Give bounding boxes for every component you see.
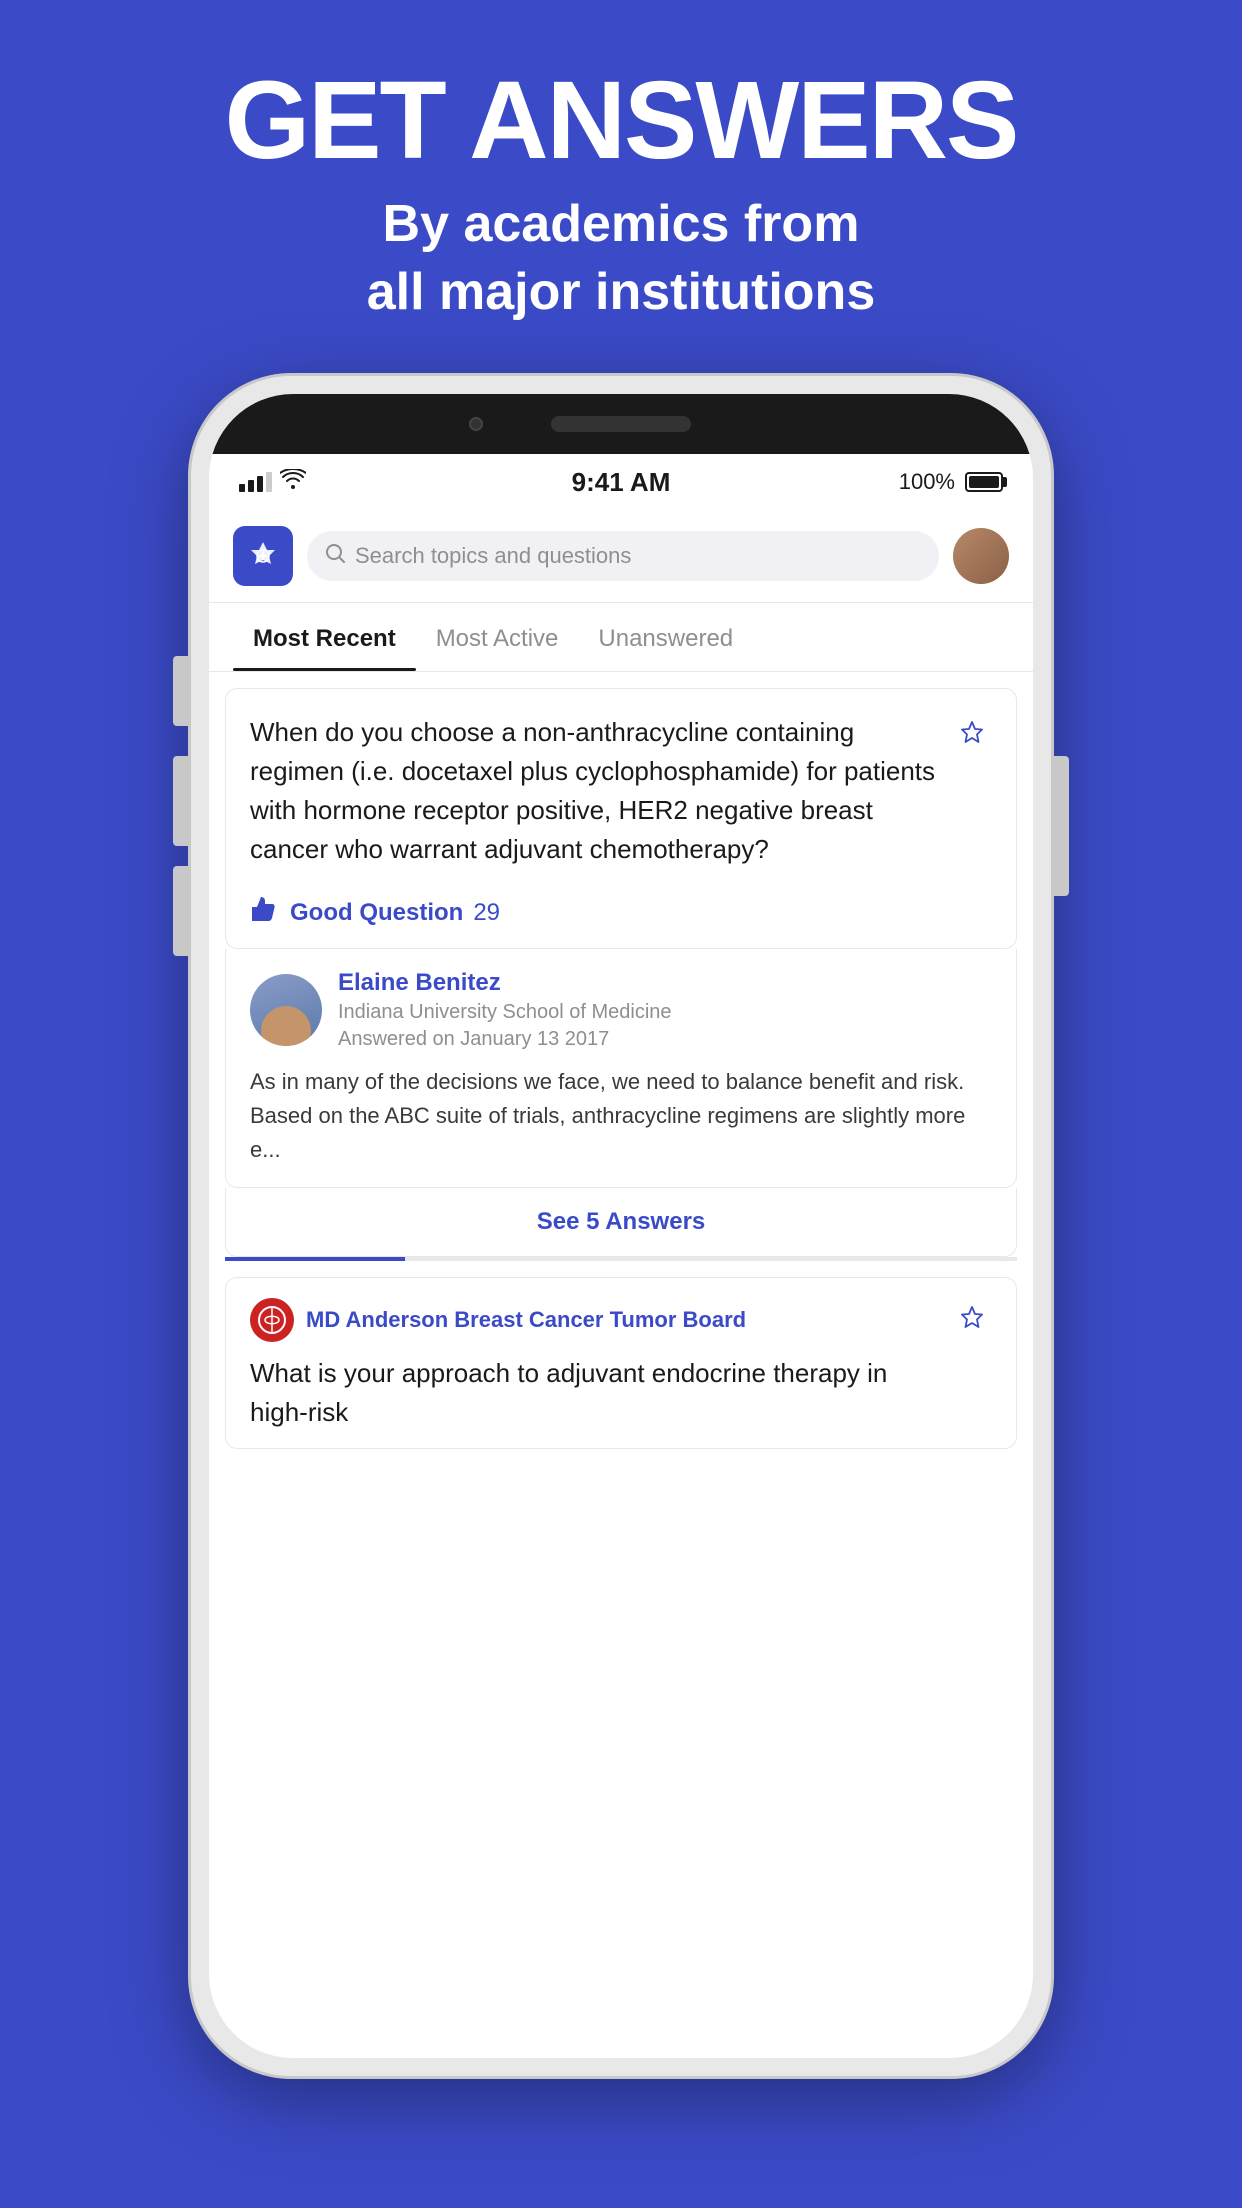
good-question-label: Good Question — [290, 899, 463, 927]
volume-down-button — [173, 866, 189, 956]
volume-up-button — [173, 756, 189, 846]
svg-text:✚: ✚ — [258, 551, 267, 563]
answer-text: As in many of the decisions we face, we … — [250, 1065, 992, 1167]
see-answers-button[interactable]: See 5 Answers — [225, 1188, 1017, 1257]
hero-header: GET ANSWERS By academics fromall major i… — [225, 0, 1018, 356]
see-answers-text: See 5 Answers — [537, 1208, 706, 1235]
org-row: MD Anderson Breast Cancer Tumor Board — [250, 1298, 940, 1354]
answer-date: Answered on January 13 2017 — [338, 1028, 992, 1051]
question-card-1: When do you choose a non-anthracycline c… — [225, 688, 1017, 949]
hero-headline: GET ANSWERS — [225, 60, 1018, 181]
progress-bar — [225, 1257, 1017, 1261]
phone-top-bezel — [209, 394, 1033, 454]
question-footer-1: Good Question 29 — [226, 885, 1016, 948]
phone-screen: 9:41 AM 100% — [209, 394, 1033, 2058]
answerer-avatar — [250, 974, 322, 1046]
wifi-icon — [280, 469, 306, 495]
signal-bar-1 — [239, 484, 245, 492]
user-avatar[interactable] — [953, 528, 1009, 584]
signal-bar-3 — [257, 476, 263, 492]
battery-icon — [965, 472, 1003, 492]
search-bar[interactable]: Search topics and questions — [307, 531, 939, 581]
answerer-name: Elaine Benitez — [338, 969, 992, 997]
tabs: Most Recent Most Active Unanswered — [209, 603, 1033, 672]
avatar-image — [953, 528, 1009, 584]
question-content-2: MD Anderson Breast Cancer Tumor Board Wh… — [250, 1298, 940, 1432]
good-question-count: 29 — [473, 899, 500, 927]
phone-body: 9:41 AM 100% — [191, 376, 1051, 2076]
app-logo: ✚ — [233, 526, 293, 586]
signal-bar-2 — [248, 480, 254, 492]
feed: When do you choose a non-anthracycline c… — [209, 672, 1033, 2058]
tab-most-active[interactable]: Most Active — [416, 603, 579, 671]
power-button — [1053, 756, 1069, 896]
question-body-1: When do you choose a non-anthracycline c… — [226, 689, 1016, 885]
bookmark-button-2[interactable] — [952, 1298, 992, 1338]
signal-strength — [239, 472, 272, 492]
question-text-1: When do you choose a non-anthracycline c… — [250, 713, 940, 869]
battery-fill — [969, 476, 999, 488]
tab-most-recent[interactable]: Most Recent — [233, 603, 416, 671]
status-time: 9:41 AM — [572, 467, 671, 498]
question-text-2: What is your approach to adjuvant endocr… — [250, 1354, 940, 1432]
hero-subheadline: By academics fromall major institutions — [225, 191, 1018, 326]
bookmark-button-1[interactable] — [952, 713, 992, 753]
speaker-grille — [551, 416, 691, 432]
tab-unanswered[interactable]: Unanswered — [578, 603, 753, 671]
front-camera — [469, 417, 483, 431]
org-name: MD Anderson Breast Cancer Tumor Board — [306, 1307, 940, 1333]
answerer-institution: Indiana University School of Medicine — [338, 1001, 992, 1024]
search-placeholder: Search topics and questions — [355, 543, 631, 569]
progress-fill — [225, 1257, 405, 1261]
thumbs-up-icon[interactable] — [250, 895, 280, 930]
app-header: ✚ Search topics and questions — [209, 510, 1033, 603]
status-right: 100% — [899, 469, 1003, 495]
org-logo — [250, 1298, 294, 1342]
signal-bar-4 — [266, 472, 272, 492]
answer-card-1: Elaine Benitez Indiana University School… — [225, 949, 1017, 1188]
question-body-2: MD Anderson Breast Cancer Tumor Board Wh… — [226, 1278, 1016, 1448]
search-icon — [325, 543, 345, 569]
answerer-info: Elaine Benitez Indiana University School… — [338, 969, 992, 1051]
answerer-row: Elaine Benitez Indiana University School… — [250, 969, 992, 1051]
app-content: ✚ Search topics and questions — [209, 510, 1033, 2058]
status-left — [239, 469, 306, 495]
phone-mockup: 9:41 AM 100% — [191, 376, 1051, 2076]
battery-percentage: 100% — [899, 469, 955, 495]
status-bar: 9:41 AM 100% — [209, 454, 1033, 510]
question-card-2: MD Anderson Breast Cancer Tumor Board Wh… — [225, 1277, 1017, 1449]
